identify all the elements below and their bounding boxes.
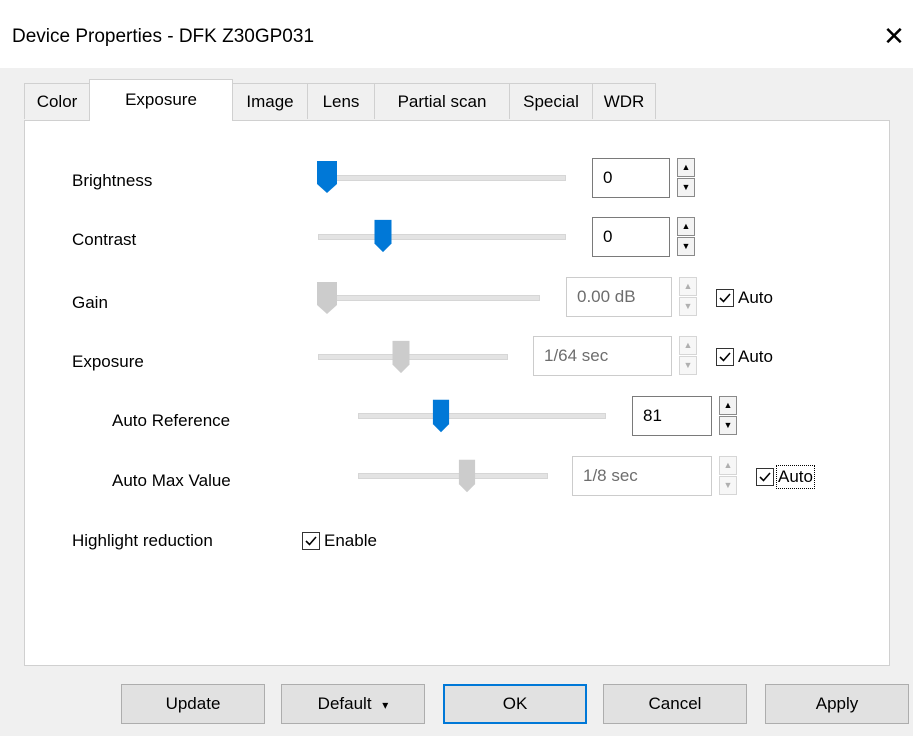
checkbox-checked-icon[interactable] [716,289,734,307]
brightness-label: Brightness [72,171,153,190]
spinner-up-icon[interactable]: ▲ [677,217,695,236]
auto-max-value-auto-label: Auto [776,465,815,489]
tab-image[interactable]: Image [232,83,308,119]
gain-value-field: 0.00 dB [566,277,672,317]
tab-special[interactable]: Special [509,83,593,119]
auto-reference-slider-track[interactable] [358,413,606,419]
tab-lens[interactable]: Lens [307,83,375,119]
auto-max-value-label: Auto Max Value [112,471,231,490]
gain-spinner: ▲ ▼ [679,277,697,317]
highlight-reduction-enable-checkbox[interactable]: Enable [302,531,377,551]
checkbox-checked-icon[interactable] [302,532,320,550]
highlight-reduction-label: Highlight reduction [72,531,213,550]
exposure-panel [24,120,890,666]
gain-auto-checkbox[interactable]: Auto [716,288,773,308]
spinner-down-icon: ▼ [679,297,697,316]
tab-exposure[interactable]: Exposure [89,79,233,121]
title-bar: Device Properties - DFK Z30GP031 ✕ [0,12,913,68]
spinner-up-icon[interactable]: ▲ [677,158,695,177]
contrast-value-field[interactable]: 0 [592,217,670,257]
tab-wdr[interactable]: WDR [592,83,656,119]
brightness-value-field[interactable]: 0 [592,158,670,198]
contrast-label: Contrast [72,230,137,249]
auto-max-value-field: 1/8 sec [572,456,712,496]
auto-reference-spinner[interactable]: ▲ ▼ [719,396,737,436]
gain-auto-label: Auto [738,288,773,307]
exposure-spinner: ▲ ▼ [679,336,697,376]
update-button[interactable]: Update [121,684,265,724]
spinner-down-icon: ▼ [679,356,697,375]
spinner-up-icon: ▲ [679,277,697,296]
spinner-down-icon[interactable]: ▼ [719,416,737,435]
exposure-label: Exposure [72,352,144,371]
spinner-down-icon: ▼ [719,476,737,495]
ok-button[interactable]: OK [443,684,587,724]
default-button-label: Default [317,694,372,713]
exposure-auto-label: Auto [738,347,773,366]
close-icon[interactable]: ✕ [876,18,912,54]
spinner-up-icon: ▲ [679,336,697,355]
auto-max-value-spinner: ▲ ▼ [719,456,737,496]
apply-button[interactable]: Apply [765,684,909,724]
dropdown-arrow-icon: ▾ [382,698,389,712]
checkbox-checked-icon[interactable] [756,468,774,486]
auto-reference-slider-thumb[interactable] [430,399,452,433]
exposure-slider-track [318,354,508,360]
exposure-value-field: 1/64 sec [533,336,672,376]
spinner-up-icon[interactable]: ▲ [719,396,737,415]
auto-max-value-slider-track [358,473,548,479]
contrast-slider-thumb[interactable] [372,219,394,253]
exposure-auto-checkbox[interactable]: Auto [716,347,773,367]
auto-reference-label: Auto Reference [112,411,231,430]
highlight-reduction-enable-label: Enable [324,531,377,550]
tab-partial-scan[interactable]: Partial scan [374,83,510,119]
brightness-spinner[interactable]: ▲ ▼ [677,158,695,198]
tab-color[interactable]: Color [24,83,90,119]
contrast-spinner[interactable]: ▲ ▼ [677,217,695,257]
cancel-button[interactable]: Cancel [603,684,747,724]
window-title: Device Properties - DFK Z30GP031 [12,26,315,47]
brightness-slider-thumb[interactable] [316,160,338,194]
gain-slider-thumb [317,282,337,314]
spinner-down-icon[interactable]: ▼ [677,237,695,256]
spinner-down-icon[interactable]: ▼ [677,178,695,197]
device-properties-dialog: Device Properties - DFK Z30GP031 ✕ Color… [0,0,913,736]
gain-slider-track [318,295,540,301]
default-button[interactable]: Default ▾ [281,684,425,724]
auto-max-value-slider-thumb [458,459,476,493]
contrast-slider-track[interactable] [318,234,566,240]
auto-reference-value-field[interactable]: 81 [632,396,712,436]
checkbox-checked-icon[interactable] [716,348,734,366]
auto-max-value-auto-checkbox[interactable]: Auto [756,465,815,489]
gain-label: Gain [72,293,108,312]
brightness-slider-track[interactable] [318,175,566,181]
exposure-slider-thumb [392,340,410,374]
spinner-up-icon: ▲ [719,456,737,475]
